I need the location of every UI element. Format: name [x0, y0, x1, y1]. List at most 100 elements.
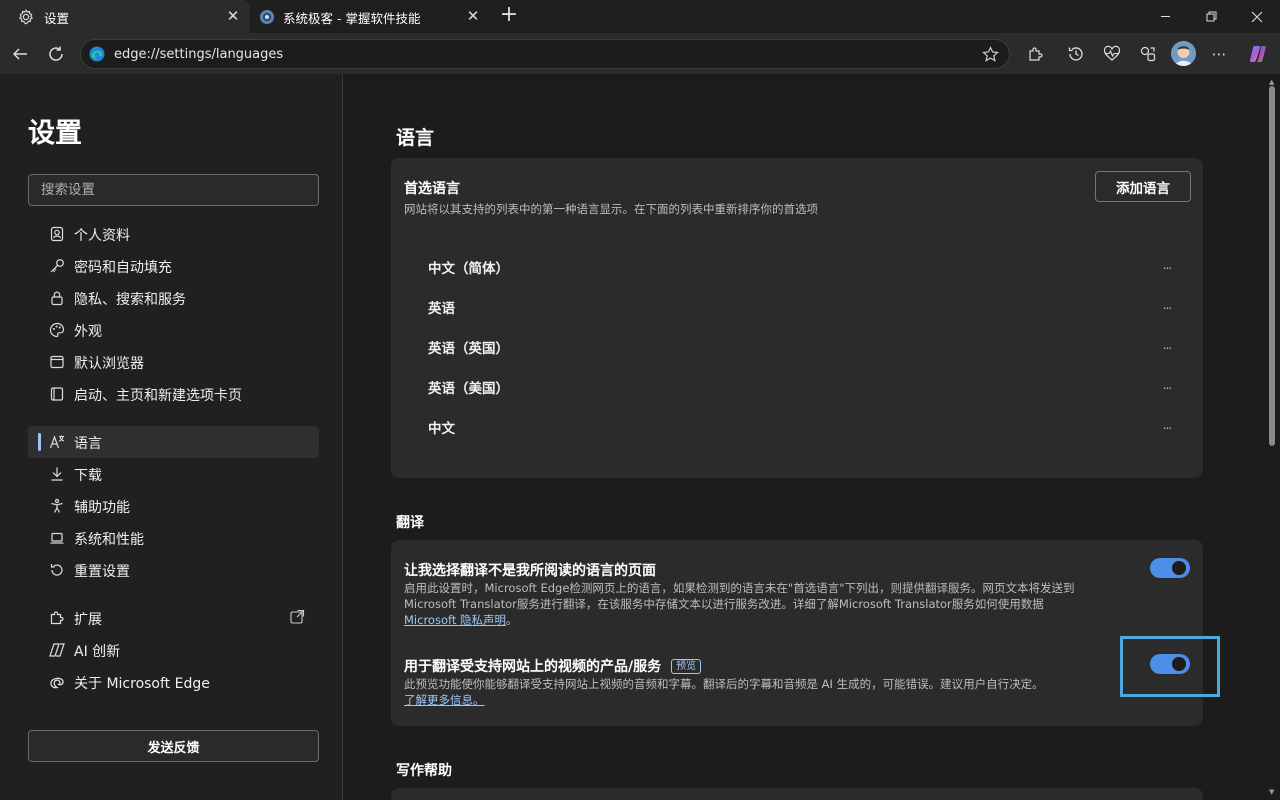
language-name: 英语（美国） — [428, 381, 509, 397]
sidebar-item-label: 个人资料 — [74, 228, 130, 244]
collections-icon[interactable] — [1136, 42, 1160, 66]
offer-translate-toggle[interactable] — [1150, 558, 1190, 578]
search-input[interactable] — [28, 174, 319, 206]
extensions-icon[interactable] — [1023, 42, 1047, 66]
sidebar-item-label: 关于 Microsoft Edge — [74, 676, 210, 692]
preferred-languages-title: 首选语言 — [404, 181, 460, 197]
scroll-up-arrow-icon[interactable]: ▲ — [1269, 78, 1274, 86]
accessibility-icon — [48, 497, 66, 515]
more-options-icon[interactable]: ... — [1157, 415, 1177, 435]
sidebar-item-label: 下载 — [74, 468, 102, 484]
sidebar-item-label: 隐私、搜索和服务 — [74, 292, 186, 308]
browser-window-icon — [48, 353, 66, 371]
send-feedback-button[interactable]: 发送反馈 — [28, 730, 319, 762]
profile-icon — [48, 225, 66, 243]
sidebar-item-passwords[interactable]: 密码和自动填充 — [28, 250, 319, 282]
language-name: 中文 — [428, 421, 455, 437]
sidebar-item-default-browser[interactable]: 默认浏览器 — [28, 346, 319, 378]
learn-more-link[interactable]: 了解更多信息。 — [404, 693, 485, 707]
more-menu-icon[interactable]: ⋯ — [1207, 42, 1231, 66]
language-name: 英语 — [428, 301, 455, 317]
language-icon — [48, 433, 66, 451]
offer-translate-description-text: 启用此设置时，Microsoft Edge检测网页上的语言，如果检测到的语言未在… — [404, 581, 1075, 611]
language-row: 英语 ... — [391, 285, 1203, 325]
laptop-icon — [48, 529, 66, 547]
close-window-icon[interactable] — [1234, 0, 1280, 33]
language-row: 中文（简体） ... — [391, 245, 1203, 285]
more-options-icon[interactable]: ... — [1157, 295, 1177, 315]
edge-logo-icon — [48, 673, 66, 691]
more-options-icon[interactable]: ... — [1157, 255, 1177, 275]
more-options-icon[interactable]: ... — [1157, 375, 1177, 395]
add-language-button[interactable]: 添加语言 — [1095, 171, 1191, 202]
sidebar-item-extensions[interactable]: 扩展 — [28, 602, 319, 634]
sidebar-item-appearance[interactable]: 外观 — [28, 314, 319, 346]
sidebar-item-system[interactable]: 系统和性能 — [28, 522, 319, 554]
tab-site[interactable]: 系统极客 - 掌握软件技能 ✕ — [250, 0, 490, 33]
browser-toolbar: edge://settings/languages ⋯ — [0, 33, 1280, 74]
sidebar-item-languages[interactable]: 语言 — [28, 426, 319, 458]
external-link-icon[interactable] — [289, 609, 307, 627]
close-tab-icon[interactable]: ✕ — [464, 7, 482, 25]
sidebar-item-reset[interactable]: 重置设置 — [28, 554, 319, 586]
gear-icon — [17, 8, 34, 25]
sidebar-item-label: 语言 — [74, 436, 102, 452]
settings-content: 语言 首选语言 网站将以其支持的列表中的第一种语言显示。在下面的列表中重新排序你… — [344, 74, 1265, 800]
focus-highlight — [1120, 636, 1220, 697]
sidebar-item-ai[interactable]: AI 创新 — [28, 634, 319, 666]
restore-icon[interactable] — [1188, 0, 1234, 33]
preferred-languages-description: 网站将以其支持的列表中的第一种语言显示。在下面的列表中重新排序你的首选项 — [404, 202, 818, 216]
sidebar-item-profile[interactable]: 个人资料 — [28, 218, 319, 250]
page-title: 设置 — [28, 118, 82, 149]
sidebar-item-label: 默认浏览器 — [74, 356, 144, 372]
video-translate-title: 用于翻译受支持网站上的视频的产品/服务 预览 — [404, 656, 702, 676]
new-tab-icon[interactable]: + — [497, 4, 521, 28]
back-icon[interactable] — [6, 40, 34, 68]
sidebar-item-label: 外观 — [74, 324, 102, 340]
minimize-icon[interactable] — [1142, 0, 1188, 33]
language-name: 英语（英国） — [428, 341, 509, 357]
key-icon — [48, 257, 66, 275]
video-translate-description: 此预览功能使你能够翻译受支持网站上视频的音频和字幕。翻译后的字幕和音频是 AI … — [404, 676, 1104, 708]
translate-heading: 翻译 — [396, 515, 424, 531]
language-row: 英语（英国） ... — [391, 325, 1203, 365]
video-translate-description-text: 此预览功能使你能够翻译受支持网站上视频的音频和字幕。翻译后的字幕和音频是 AI … — [404, 677, 1044, 691]
translate-card: 让我选择翻译不是我所阅读的语言的页面 启用此设置时，Microsoft Edge… — [391, 540, 1203, 726]
favorite-star-icon[interactable] — [980, 44, 1000, 64]
section-title: 语言 — [396, 127, 435, 149]
more-options-icon[interactable]: ... — [1157, 335, 1177, 355]
sidebar-item-label: 辅助功能 — [74, 500, 130, 516]
settings-sidebar: 设置 个人资料 密码和自动填充 隐私、搜索和服务 外观 默认浏览器 启动、主页和… — [0, 74, 343, 800]
tab-settings[interactable]: 设置 ✕ — [0, 0, 250, 33]
scroll-down-arrow-icon[interactable]: ▼ — [1269, 788, 1274, 796]
history-icon[interactable] — [1064, 42, 1088, 66]
sidebar-item-label: 系统和性能 — [74, 532, 144, 548]
close-tab-icon[interactable]: ✕ — [224, 7, 242, 25]
download-icon — [48, 465, 66, 483]
health-icon[interactable] — [1100, 42, 1124, 66]
language-row: 中文 ... — [391, 405, 1203, 445]
address-bar[interactable]: edge://settings/languages — [80, 39, 1010, 69]
palette-icon — [48, 321, 66, 339]
sidebar-item-label: AI 创新 — [74, 644, 121, 660]
tab-title: 设置 — [44, 11, 70, 26]
avatar[interactable] — [1171, 41, 1196, 66]
copilot-icon[interactable] — [1246, 42, 1270, 66]
scrollbar-thumb[interactable] — [1269, 86, 1275, 446]
offer-translate-description: 启用此设置时，Microsoft Edge检测网页上的语言，如果检测到的语言未在… — [404, 580, 1104, 628]
reset-icon — [48, 561, 66, 579]
sidebar-item-downloads[interactable]: 下载 — [28, 458, 319, 490]
toggle-knob — [1172, 561, 1186, 575]
refresh-icon[interactable] — [42, 40, 70, 68]
sidebar-item-privacy[interactable]: 隐私、搜索和服务 — [28, 282, 319, 314]
sidebar-item-label: 启动、主页和新建选项卡页 — [74, 388, 242, 404]
tab-title: 系统极客 - 掌握软件技能 — [283, 11, 421, 26]
video-translate-title-text: 用于翻译受支持网站上的视频的产品/服务 — [404, 659, 662, 675]
scrollbar[interactable]: ▲ ▼ — [1265, 74, 1280, 800]
sidebar-item-about[interactable]: 关于 Microsoft Edge — [28, 666, 319, 698]
sidebar-item-startup[interactable]: 启动、主页和新建选项卡页 — [28, 378, 319, 410]
privacy-statement-link[interactable]: Microsoft 隐私声明 — [404, 613, 506, 627]
url-text: edge://settings/languages — [114, 47, 284, 62]
sidebar-item-accessibility[interactable]: 辅助功能 — [28, 490, 319, 522]
edge-logo-icon — [89, 46, 105, 62]
